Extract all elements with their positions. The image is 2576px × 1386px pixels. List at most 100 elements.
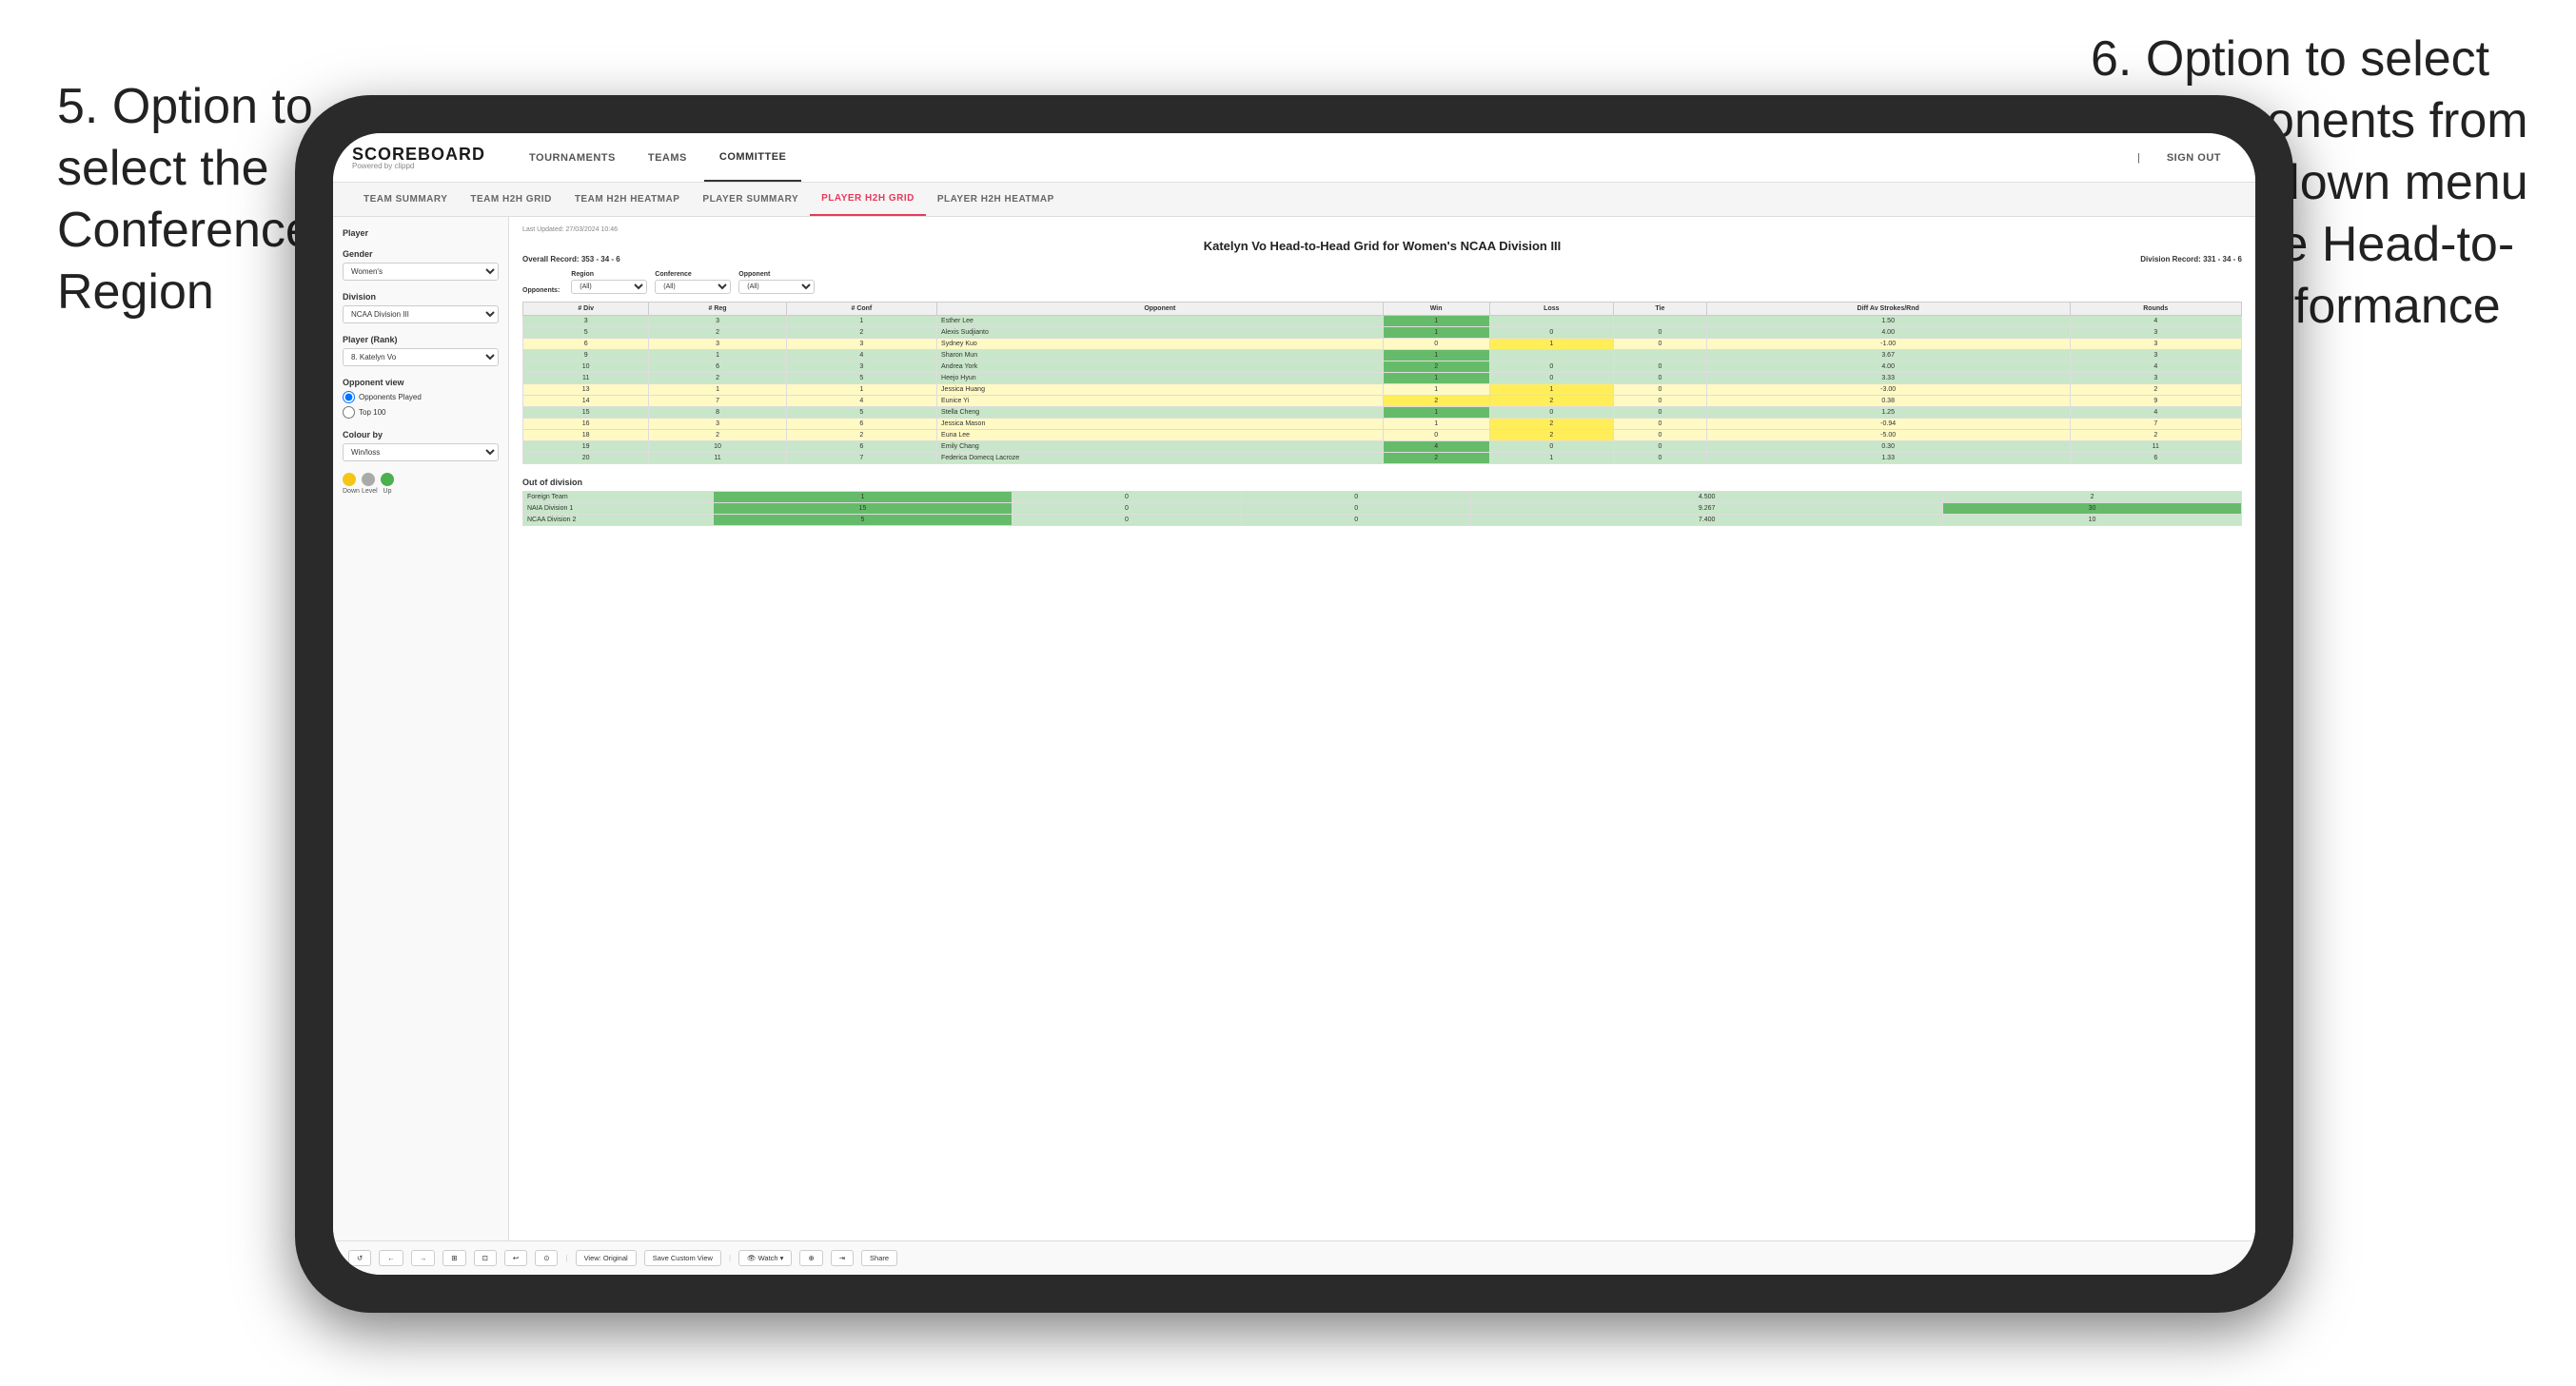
toolbar-back[interactable]: ← [379,1250,403,1266]
toolbar-share-expand[interactable]: ⇥ [831,1250,854,1266]
separator: | [2137,152,2140,164]
sidebar: Player Gender Women's Division NCAA Divi… [333,217,509,1240]
filter-region-label: Region [571,271,647,278]
toolbar-return[interactable]: ↩ [504,1250,527,1266]
cell-rounds: 2 [1943,492,2242,503]
toolbar-forward[interactable]: → [411,1250,436,1266]
cell-reg: 3 [649,316,786,327]
col-header-rounds: Rounds [2070,303,2241,316]
overall-record: Overall Record: 353 - 34 - 6 [522,255,620,264]
cell-opponent: Euna Lee [937,430,1384,441]
player-rank-select[interactable]: 8. Katelyn Vo [343,348,499,366]
colour-by-select[interactable]: Win/loss [343,443,499,461]
cell-conf: 5 [786,407,936,419]
filter-row: Opponents: Region (All) Conference (All) [522,271,2242,294]
sub-nav-player-h2h-heatmap[interactable]: PLAYER H2H HEATMAP [926,183,1066,216]
cell-loss: 0 [1012,515,1241,526]
cell-loss [1489,316,1613,327]
nav-tab-committee[interactable]: COMMITTEE [704,133,802,182]
cell-div: 20 [523,453,649,464]
table-row: 3 3 1 Esther Lee 1 1.50 4 [523,316,2242,327]
nav-tabs: TOURNAMENTS TEAMS COMMITTEE [514,133,801,182]
table-row: 14 7 4 Eunice Yi 2 2 0 0.38 9 [523,396,2242,407]
col-header-win: Win [1383,303,1489,316]
table-row: NCAA Division 2 5 0 0 7.400 10 [523,515,2242,526]
bottom-toolbar: ↺ ← → ⊞ ⊡ ↩ ⊙ | View: Original Save Cust… [333,1240,2255,1275]
toolbar-export[interactable]: ⊕ [799,1250,822,1266]
cell-win: 1 [1383,373,1489,384]
toolbar-clock[interactable]: ⊙ [535,1250,558,1266]
radio-top-100[interactable]: Top 100 [343,406,499,419]
cell-tie: 0 [1614,327,1707,339]
col-header-opponent: Opponent [937,303,1384,316]
cell-diff: 9.267 [1471,503,1943,515]
cell-diff: 1.33 [1706,453,2070,464]
cell-conf: 5 [786,373,936,384]
opponent-filter-select[interactable]: (All) [738,280,815,294]
nav-tab-teams[interactable]: TEAMS [633,133,702,182]
toolbar-layout[interactable]: ⊡ [474,1250,497,1266]
cell-rounds: 30 [1943,503,2242,515]
cell-tie: 0 [1614,361,1707,373]
cell-reg: 11 [649,453,786,464]
filter-opponent-group: Opponent (All) [738,271,815,294]
sub-nav-team-summary[interactable]: TEAM SUMMARY [352,183,459,216]
toolbar-save-custom[interactable]: Save Custom View [644,1250,721,1266]
cell-div: 5 [523,327,649,339]
cell-loss: 1 [1489,384,1613,396]
col-header-div: # Div [523,303,649,316]
sub-nav-team-h2h-heatmap[interactable]: TEAM H2H HEATMAP [563,183,692,216]
toolbar-undo[interactable]: ↺ [348,1250,371,1266]
legend-up-label: Up [381,488,394,495]
radio-opponents-played[interactable]: Opponents Played [343,391,499,403]
toolbar-share[interactable]: Share [861,1250,897,1266]
toolbar-sep-1: | [565,1254,567,1262]
cell-win: 2 [1383,361,1489,373]
sign-out-link[interactable]: Sign out [2152,146,2236,169]
sub-nav-player-summary[interactable]: PLAYER SUMMARY [691,183,810,216]
division-select[interactable]: NCAA Division III [343,305,499,323]
col-header-reg: # Reg [649,303,786,316]
logo-area: SCOREBOARD Powered by clippd [352,146,485,170]
cell-win: 15 [714,503,1013,515]
table-row: 16 3 6 Jessica Mason 1 2 0 -0.94 7 [523,419,2242,430]
cell-tie [1614,316,1707,327]
cell-div: 19 [523,441,649,453]
cell-reg: 3 [649,419,786,430]
table-row: 5 2 2 Alexis Sudjianto 1 0 0 4.00 3 [523,327,2242,339]
toolbar-view-original[interactable]: View: Original [576,1250,637,1266]
cell-tie [1614,350,1707,361]
cell-diff: -1.00 [1706,339,2070,350]
toolbar-watch[interactable]: 👁 Watch ▾ [738,1250,792,1266]
cell-div: 18 [523,430,649,441]
sidebar-player-rank-label: Player (Rank) [343,335,499,344]
cell-diff: 4.00 [1706,327,2070,339]
sub-nav-player-h2h-grid[interactable]: PLAYER H2H GRID [810,183,926,216]
cell-opponent: Sharon Mun [937,350,1384,361]
sub-nav-team-h2h-grid[interactable]: TEAM H2H GRID [459,183,562,216]
opponents-label: Opponents: [522,287,560,294]
gender-select[interactable]: Women's [343,263,499,281]
cell-diff: 1.25 [1706,407,2070,419]
table-row: 15 8 5 Stella Cheng 1 0 0 1.25 4 [523,407,2242,419]
cell-div: 11 [523,373,649,384]
sidebar-colour-by-label: Colour by [343,430,499,439]
cell-opponent: Jessica Mason [937,419,1384,430]
cell-loss: 0 [1489,441,1613,453]
out-of-division-table: Foreign Team 1 0 0 4.500 2 NAIA Division… [522,491,2242,526]
cell-rounds: 2 [2070,384,2241,396]
sidebar-division-section: Division NCAA Division III [343,292,499,323]
dot-down [343,473,356,486]
nav-tab-tournaments[interactable]: TOURNAMENTS [514,133,631,182]
toolbar-grid[interactable]: ⊞ [442,1250,465,1266]
cell-div: 3 [523,316,649,327]
cell-diff: 7.400 [1471,515,1943,526]
legend-level-label: Level [362,488,375,495]
cell-loss: 0 [1489,373,1613,384]
cell-loss: 0 [1489,407,1613,419]
region-filter-select[interactable]: (All) [571,280,647,294]
cell-tie: 0 [1242,492,1471,503]
table-row: 18 2 2 Euna Lee 0 2 0 -5.00 2 [523,430,2242,441]
dot-level [362,473,375,486]
conference-filter-select[interactable]: (All) [655,280,731,294]
